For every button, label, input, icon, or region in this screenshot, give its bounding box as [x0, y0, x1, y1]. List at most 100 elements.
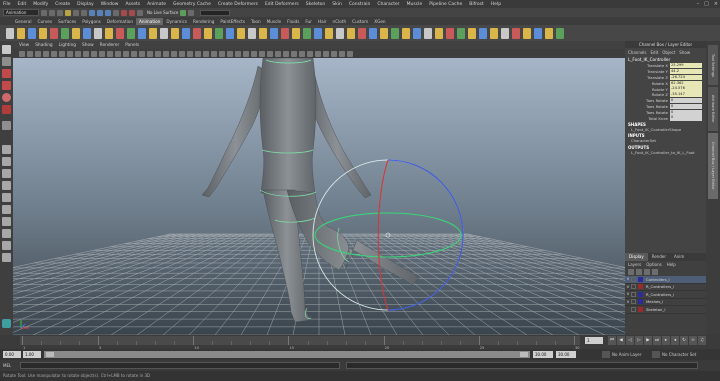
layer-menu-help[interactable]: Help	[667, 262, 676, 267]
panel-tool-icon[interactable]	[139, 50, 145, 57]
shelf-tool-icon[interactable]	[556, 27, 564, 39]
panel-tool-icon[interactable]	[155, 50, 161, 57]
panel-tool-icon[interactable]	[131, 50, 137, 57]
channel-value-field[interactable]: 62.362	[670, 80, 702, 86]
shelf-tab-toon[interactable]: Toon	[248, 18, 264, 25]
menu-skin[interactable]: Skin	[332, 2, 342, 7]
layer-tab-display[interactable]: Display	[625, 253, 648, 261]
last-tool-icon[interactable]	[2, 121, 11, 130]
character-set-dropdown-icon[interactable]	[652, 351, 660, 358]
layer-playback-toggle[interactable]	[631, 306, 636, 312]
outliner-layout-icon[interactable]	[2, 193, 11, 202]
select-hierarchy-icon[interactable]	[65, 9, 71, 16]
layer-name[interactable]: Skeleton_l	[646, 307, 665, 312]
layer-playback-toggle[interactable]	[631, 299, 636, 305]
anim-layer-dropdown-icon[interactable]	[602, 351, 610, 358]
stacked-layout-icon[interactable]	[2, 181, 11, 190]
paint-select-tool-icon[interactable]	[2, 69, 11, 78]
close-icon[interactable]: ×	[714, 1, 718, 7]
channel-label[interactable]: Rotate Y	[625, 87, 670, 92]
shelf-tool-icon[interactable]	[6, 27, 14, 39]
channel-label[interactable]: Rotate Z	[625, 92, 670, 97]
script-editor-layout-icon[interactable]	[2, 253, 11, 262]
layer-tab-render[interactable]: Render	[648, 253, 670, 261]
rotate-tool-icon[interactable]	[2, 93, 11, 102]
panel-tool-icon[interactable]	[75, 50, 81, 57]
panel-tool-icon[interactable]	[299, 50, 305, 57]
panel-tool-icon[interactable]	[347, 50, 353, 57]
layer-row[interactable]: V Controllers_l	[625, 276, 706, 284]
shelf-tool-icon[interactable]	[446, 27, 454, 39]
channel-label[interactable]: Toes Rotate	[625, 98, 670, 103]
panel-menu-lighting[interactable]: Lighting	[59, 43, 76, 48]
maximize-icon[interactable]: □	[704, 1, 709, 7]
shelf-tool-icon[interactable]	[215, 27, 223, 39]
panel-tool-icon[interactable]	[283, 50, 289, 57]
shelf-tab-painteffects[interactable]: PaintEffects	[217, 18, 248, 25]
dope-sheet-layout-icon[interactable]	[2, 229, 11, 238]
shelf-tool-icon[interactable]	[127, 27, 135, 39]
shelf-tool-icon[interactable]	[39, 27, 47, 39]
playback-speed-icon[interactable]: ∞	[689, 336, 697, 345]
character-set-label[interactable]: No Character Set	[662, 351, 696, 358]
shelf-tool-icon[interactable]	[424, 27, 432, 39]
panel-tool-icon[interactable]	[115, 50, 121, 57]
shelf-tab-deformation[interactable]: Deformation	[104, 18, 136, 25]
playback-end-field[interactable]: 30.00	[533, 351, 553, 358]
menu-set-dropdown[interactable]: Animation	[3, 9, 39, 16]
move-layer-up-icon[interactable]	[628, 269, 634, 275]
shelf-tab-muscle[interactable]: Muscle	[264, 18, 285, 25]
single-pane-layout-icon[interactable]	[2, 145, 11, 154]
animation-end-field[interactable]: 30.00	[556, 351, 576, 358]
shelf-tool-icon[interactable]	[402, 27, 410, 39]
select-component-icon[interactable]	[81, 9, 87, 16]
selected-node-name[interactable]: L_Foot_IK_Controller	[625, 56, 706, 63]
layer-tab-anim[interactable]: Anim	[670, 253, 688, 261]
render-icon[interactable]	[121, 9, 127, 16]
panel-tool-icon[interactable]	[35, 50, 41, 57]
panel-tool-icon[interactable]	[259, 50, 265, 57]
channel-menu-edit[interactable]: Edit	[651, 50, 659, 55]
graph-editor-layout-icon[interactable]	[2, 205, 11, 214]
shelf-tool-icon[interactable]	[380, 27, 388, 39]
snap-curve-icon[interactable]	[97, 9, 103, 16]
panel-tool-icon[interactable]	[27, 50, 33, 57]
panel-tool-icon[interactable]	[267, 50, 273, 57]
panel-tool-icon[interactable]	[51, 50, 57, 57]
sound-icon[interactable]: ♫	[698, 336, 706, 345]
panel-tool-icon[interactable]	[67, 50, 73, 57]
panel-tool-icon[interactable]	[91, 50, 97, 57]
shelf-tab-animation[interactable]: Animation	[136, 17, 164, 25]
menu-display[interactable]: Display	[77, 2, 94, 7]
anim-layer-label[interactable]: No Anim Layer	[612, 351, 641, 358]
layer-name[interactable]: R_Controllers_l	[646, 292, 674, 297]
shelf-tool-icon[interactable]	[314, 27, 322, 39]
ipr-render-icon[interactable]	[129, 9, 135, 16]
menu-create[interactable]: Create	[55, 2, 70, 7]
shelf-tab-surfaces[interactable]: Surfaces	[55, 18, 79, 25]
minimize-icon[interactable]: –	[697, 1, 700, 7]
layer-color-swatch[interactable]	[638, 291, 643, 297]
channel-value-field[interactable]: -24.576	[670, 86, 702, 92]
shelf-tool-icon[interactable]	[501, 27, 509, 39]
menu-geometry-cache[interactable]: Geometry Cache	[173, 2, 211, 7]
shelf-tab-xgen[interactable]: XGen	[371, 18, 388, 25]
go-to-end-icon[interactable]: ⏭	[653, 336, 661, 345]
panel-tool-icon[interactable]	[211, 50, 217, 57]
shelf-tool-icon[interactable]	[512, 27, 520, 39]
panel-tool-icon[interactable]	[195, 50, 201, 57]
channel-menu-show[interactable]: Show	[679, 50, 690, 55]
open-scene-icon[interactable]	[49, 9, 55, 16]
panel-tool-icon[interactable]	[323, 50, 329, 57]
channel-menu-channels[interactable]: Channels	[628, 50, 647, 55]
layer-color-swatch[interactable]	[638, 284, 643, 290]
play-forward-icon[interactable]: ▷	[635, 336, 643, 345]
shelf-tool-icon[interactable]	[83, 27, 91, 39]
perspective-viewport[interactable]	[13, 58, 625, 335]
shelf-tool-icon[interactable]	[303, 27, 311, 39]
layer-color-swatch[interactable]	[638, 299, 643, 305]
shelf-tool-icon[interactable]	[105, 27, 113, 39]
lasso-tool-icon[interactable]	[2, 57, 11, 66]
new-scene-icon[interactable]	[41, 9, 47, 16]
trax-layout-icon[interactable]	[2, 241, 11, 250]
